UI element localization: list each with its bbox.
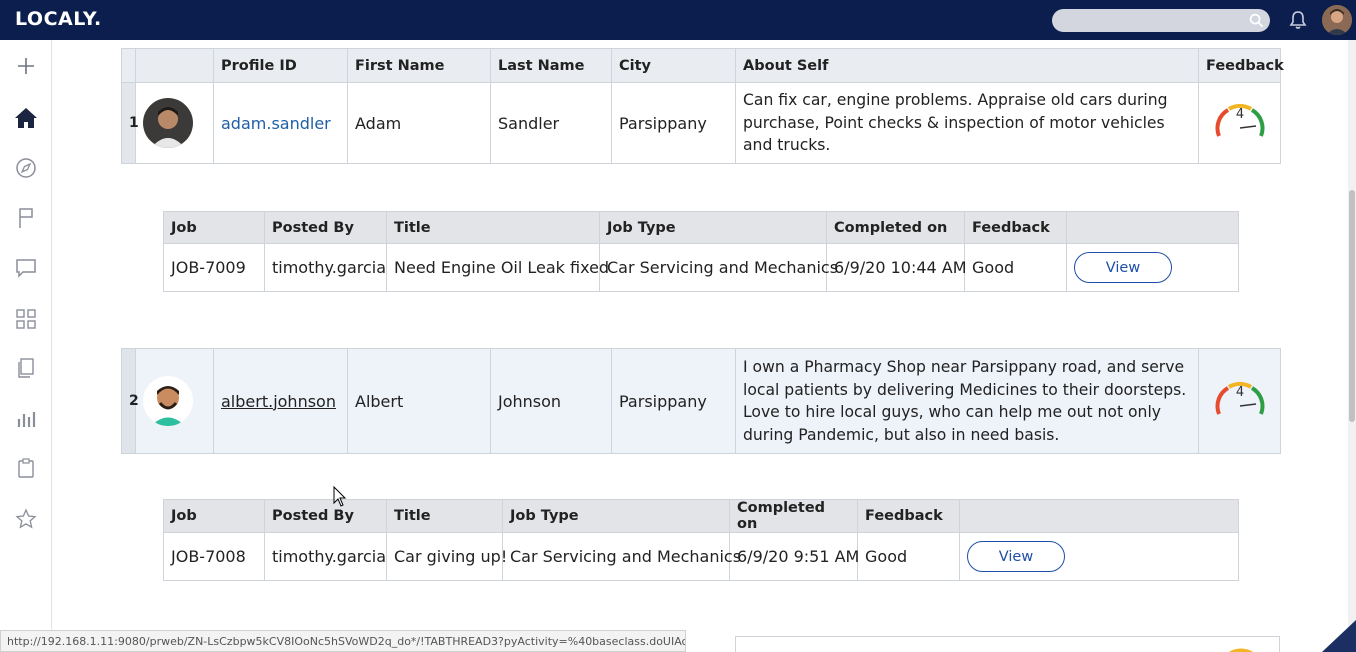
search-icon[interactable] <box>1249 13 1264 28</box>
last-name-cell: Sandler <box>490 82 612 164</box>
jobs-table: Job Posted By Title Job Type Completed o… <box>163 211 1239 292</box>
view-button[interactable]: View <box>1074 252 1172 283</box>
job-id-cell: JOB-7009 <box>163 243 265 292</box>
header-action <box>1066 211 1239 244</box>
header-city[interactable]: City <box>611 48 736 83</box>
reports-icon[interactable] <box>13 406 39 432</box>
table-row: JOB-7009 timothy.garcia Need Engine Oil … <box>163 243 1239 292</box>
top-bar: LOCALY. <box>0 0 1356 40</box>
profiles-header-row: Profile ID First Name Last Name City Abo… <box>121 48 1284 83</box>
add-icon[interactable] <box>13 53 39 79</box>
user-avatar[interactable] <box>1322 5 1352 35</box>
header-completed-on[interactable]: Completed on <box>826 211 965 244</box>
documents-icon[interactable] <box>13 355 39 381</box>
main-content: Profile ID First Name Last Name City Abo… <box>66 40 1336 652</box>
posted-by-cell: timothy.garcia <box>264 532 387 581</box>
status-url-bar: http://192.168.1.11:9080/prweb/ZN-LsCzbp… <box>0 630 686 652</box>
header-job-feedback[interactable]: Feedback <box>964 211 1067 244</box>
about-self-cell: Can fix car, engine problems. Appraise o… <box>735 82 1199 164</box>
header-job-type[interactable]: Job Type <box>502 499 730 533</box>
job-title-cell: Car giving up! <box>386 532 507 581</box>
apps-icon[interactable] <box>13 306 39 332</box>
header-about-self[interactable]: About Self <box>735 48 1199 83</box>
scrollbar-thumb[interactable] <box>1349 190 1355 422</box>
first-name-cell: Albert <box>347 348 491 454</box>
completed-on-cell: 6/9/20 9:51 AM <box>729 532 859 581</box>
header-job-feedback[interactable]: Feedback <box>857 499 960 533</box>
header-action <box>959 499 1239 533</box>
app-logo[interactable]: LOCALY. <box>15 8 102 30</box>
avatar <box>143 376 193 426</box>
header-job[interactable]: Job <box>163 499 265 533</box>
city-cell: Parsippany <box>611 82 736 164</box>
jobs-table-2: Job Posted By Title Job Type Completed o… <box>163 499 1239 581</box>
jobs-header-row: Job Posted By Title Job Type Completed o… <box>163 499 1239 533</box>
star-icon[interactable] <box>13 506 39 532</box>
profile-id-cell: adam.sandler <box>213 82 348 164</box>
profile-id-cell: albert.johnson <box>213 348 348 454</box>
notification-bell-icon[interactable] <box>1287 9 1309 31</box>
search-input[interactable] <box>1052 9 1270 32</box>
sidebar <box>0 40 52 652</box>
header-feedback[interactable]: Feedback <box>1198 48 1284 83</box>
job-title-cell: Need Engine Oil Leak fixed <box>386 243 609 292</box>
feedback-gauge-icon: 4 <box>1215 381 1264 415</box>
header-job[interactable]: Job <box>163 211 265 244</box>
view-button[interactable]: View <box>967 541 1065 572</box>
first-name-cell: Adam <box>347 82 491 164</box>
feedback-gauge-icon <box>1228 648 1254 652</box>
table-row: 1 adam.sandler Adam Sandler Parsippany C… <box>121 82 1281 164</box>
completed-on-cell: 6/9/20 10:44 AM <box>826 243 967 292</box>
mouse-cursor-icon <box>333 486 347 507</box>
next-row-partial <box>735 636 1280 652</box>
about-self-cell: I own a Pharmacy Shop near Parsippany ro… <box>735 348 1199 454</box>
feedback-cell: 4 <box>1198 348 1281 454</box>
header-posted-by[interactable]: Posted By <box>264 211 387 244</box>
header-posted-by[interactable]: Posted By <box>264 499 387 533</box>
message-icon[interactable] <box>13 255 39 281</box>
table-row: 2 albert.johnson Albert Johnson Parsippa… <box>121 348 1281 454</box>
job-type-cell: Car Servicing and Mechanics <box>502 532 741 581</box>
header-rownum <box>121 48 136 83</box>
flag-icon[interactable] <box>13 205 39 231</box>
job-feedback-cell: Good <box>964 243 1067 292</box>
profiles-table-row-2: 2 albert.johnson Albert Johnson Parsippa… <box>121 348 1281 454</box>
home-icon[interactable] <box>13 105 39 131</box>
header-job-type[interactable]: Job Type <box>599 211 827 244</box>
profile-photo-cell <box>135 348 214 454</box>
clipboard-icon[interactable] <box>13 455 39 481</box>
header-last-name[interactable]: Last Name <box>490 48 612 83</box>
table-row: JOB-7008 timothy.garcia Car giving up! C… <box>163 532 1239 581</box>
feedback-score: 4 <box>1235 107 1243 122</box>
header-title[interactable]: Title <box>386 211 600 244</box>
feedback-gauge-icon: 4 <box>1215 103 1264 137</box>
profile-id-link[interactable]: adam.sandler <box>221 114 331 133</box>
header-profile-id[interactable]: Profile ID <box>213 48 348 83</box>
avatar <box>143 98 193 148</box>
row-number: 1 <box>121 82 139 164</box>
posted-by-cell: timothy.garcia <box>264 243 387 292</box>
explore-icon[interactable] <box>13 155 39 181</box>
header-first-name[interactable]: First Name <box>347 48 491 83</box>
row-number: 2 <box>121 348 139 454</box>
action-cell: View <box>959 532 1239 581</box>
job-id-cell: JOB-7008 <box>163 532 265 581</box>
header-title[interactable]: Title <box>386 499 503 533</box>
job-type-cell: Car Servicing and Mechanics <box>599 243 838 292</box>
profiles-table: Profile ID First Name Last Name City Abo… <box>121 48 1284 164</box>
feedback-cell: 4 <box>1198 82 1281 164</box>
last-name-cell: Johnson <box>490 348 612 454</box>
feedback-score: 4 <box>1235 385 1243 400</box>
job-feedback-cell: Good <box>857 532 960 581</box>
city-cell: Parsippany <box>611 348 736 454</box>
profile-photo-cell <box>135 82 214 164</box>
profile-id-link[interactable]: albert.johnson <box>221 392 336 411</box>
jobs-header-row: Job Posted By Title Job Type Completed o… <box>163 211 1239 244</box>
action-cell: View <box>1066 243 1239 292</box>
header-photo <box>135 48 214 83</box>
header-completed-on[interactable]: Completed on <box>729 499 858 533</box>
